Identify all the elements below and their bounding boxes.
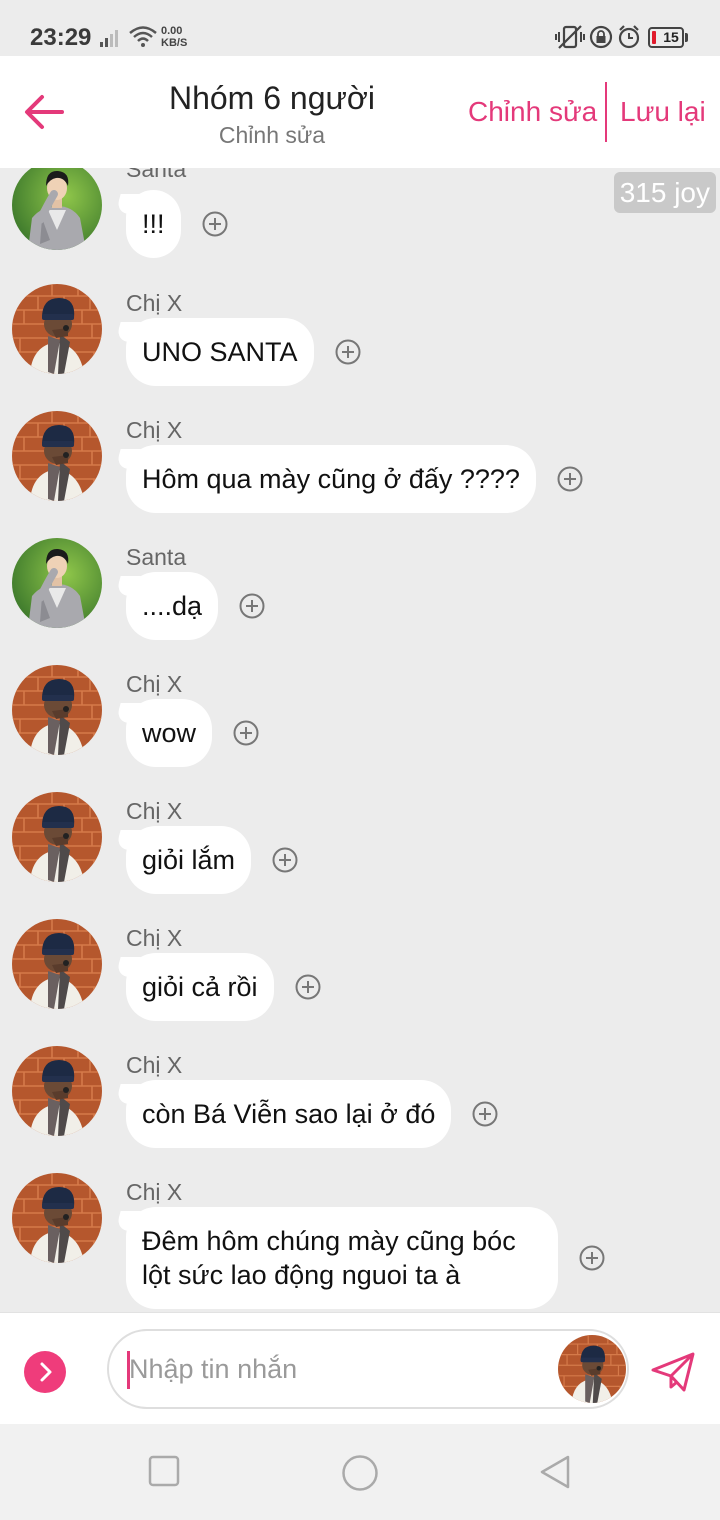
message-sender: Chị X xyxy=(126,290,183,316)
message-bubble[interactable]: giỏi cả rồi xyxy=(126,953,274,1021)
santa-avatar-image xyxy=(12,168,102,250)
chi-x-avatar[interactable] xyxy=(12,1173,102,1263)
add-reaction-icon[interactable] xyxy=(579,1245,605,1271)
edit-button[interactable]: Chỉnh sửa xyxy=(468,96,597,128)
add-reaction-icon[interactable] xyxy=(202,211,228,237)
message-bubble[interactable]: wow xyxy=(126,699,213,767)
group-title: Nhóm 6 người xyxy=(168,80,376,116)
add-reaction-icon[interactable] xyxy=(472,1101,498,1127)
system-nav-bar xyxy=(0,1424,720,1520)
message-bubble[interactable]: còn Bá Viễn sao lại ở đó xyxy=(126,1080,452,1148)
nav-back-button[interactable] xyxy=(538,1454,572,1490)
alarm-icon xyxy=(618,25,640,49)
network-speed-value: 0.00 xyxy=(161,25,183,37)
status-bar: 23:29 0.00 KB/S 15 xyxy=(0,0,720,56)
message-input[interactable] xyxy=(129,1345,549,1393)
add-reaction-icon[interactable] xyxy=(335,339,361,365)
santa-avatar[interactable] xyxy=(12,168,102,250)
message-bubble[interactable]: Hôm qua mày cũng ở đấy ???? xyxy=(126,445,536,513)
add-reaction-icon[interactable] xyxy=(295,974,321,1000)
send-button[interactable] xyxy=(650,1349,696,1395)
chevron-right-icon xyxy=(40,1362,52,1382)
nav-recent-button[interactable] xyxy=(148,1454,180,1488)
network-speed: 0.00 KB/S xyxy=(161,25,187,49)
save-button[interactable]: Lưu lại xyxy=(620,96,706,128)
message-sender: Chị X xyxy=(126,798,183,824)
santa-avatar[interactable] xyxy=(12,538,102,628)
battery-icon: 15 xyxy=(648,27,684,48)
message-sender: Chị X xyxy=(126,1179,183,1205)
expand-button[interactable] xyxy=(24,1351,66,1393)
battery-fill xyxy=(652,31,656,44)
chi-x-avatar[interactable] xyxy=(12,919,102,1009)
chi-x-avatar-image xyxy=(12,284,102,374)
chi-x-avatar-image xyxy=(558,1335,626,1403)
composer-bar xyxy=(0,1312,720,1424)
chi-x-avatar-image xyxy=(12,919,102,1009)
chi-x-avatar[interactable] xyxy=(12,792,102,882)
vibrate-mute-icon xyxy=(555,25,585,49)
chi-x-avatar-image xyxy=(12,665,102,755)
signal-icon xyxy=(100,30,118,47)
joy-badge[interactable]: 315 joy xyxy=(613,172,716,213)
add-reaction-icon[interactable] xyxy=(272,847,298,873)
message-sender: Chị X xyxy=(126,1052,183,1078)
lock-rotation-icon xyxy=(589,25,613,49)
message-bubble[interactable]: UNO SANTA xyxy=(126,318,314,386)
group-subtitle: Chỉnh sửa xyxy=(218,122,326,148)
message-sender: Santa xyxy=(126,168,187,182)
add-reaction-icon[interactable] xyxy=(233,720,259,746)
message-bubble[interactable]: !!! xyxy=(126,190,181,258)
chi-x-avatar[interactable] xyxy=(12,1046,102,1136)
header-divider xyxy=(605,82,607,142)
battery-tip xyxy=(685,33,688,42)
chi-x-avatar-image xyxy=(12,1046,102,1136)
chi-x-avatar-image xyxy=(12,1173,102,1263)
network-speed-unit: KB/S xyxy=(161,37,188,49)
message-sender: Chị X xyxy=(126,417,183,443)
message-bubble[interactable]: ....dạ xyxy=(126,572,219,640)
nav-home-button[interactable] xyxy=(341,1454,379,1492)
chi-x-avatar[interactable] xyxy=(12,665,102,755)
back-button[interactable] xyxy=(22,92,66,132)
chi-x-avatar-image xyxy=(12,411,102,501)
message-input-box[interactable] xyxy=(107,1329,629,1409)
status-time: 23:29 xyxy=(30,24,92,51)
add-reaction-icon[interactable] xyxy=(239,593,265,619)
message-bubble[interactable]: Đêm hôm chúng mày cũng bóc lột sức lao đ… xyxy=(126,1207,558,1309)
message-sender: Chị X xyxy=(126,925,183,951)
chi-x-avatar[interactable] xyxy=(12,411,102,501)
chi-x-avatar-image xyxy=(12,792,102,882)
message-sender: Santa xyxy=(126,544,187,570)
chi-x-avatar[interactable] xyxy=(558,1335,626,1403)
message-sender: Chị X xyxy=(126,671,183,697)
battery-level: 15 xyxy=(663,29,679,45)
wifi-icon xyxy=(129,26,157,47)
message-list[interactable]: Santa !!! Chị X UNO SANTA Chị X Hôm qua … xyxy=(0,168,720,1312)
chat-header: Nhóm 6 người Chỉnh sửa Chỉnh sửa Lưu lại xyxy=(0,56,720,168)
chi-x-avatar[interactable] xyxy=(12,284,102,374)
add-reaction-icon[interactable] xyxy=(557,466,583,492)
santa-avatar-image xyxy=(12,538,102,628)
message-bubble[interactable]: giỏi lắm xyxy=(126,826,252,894)
